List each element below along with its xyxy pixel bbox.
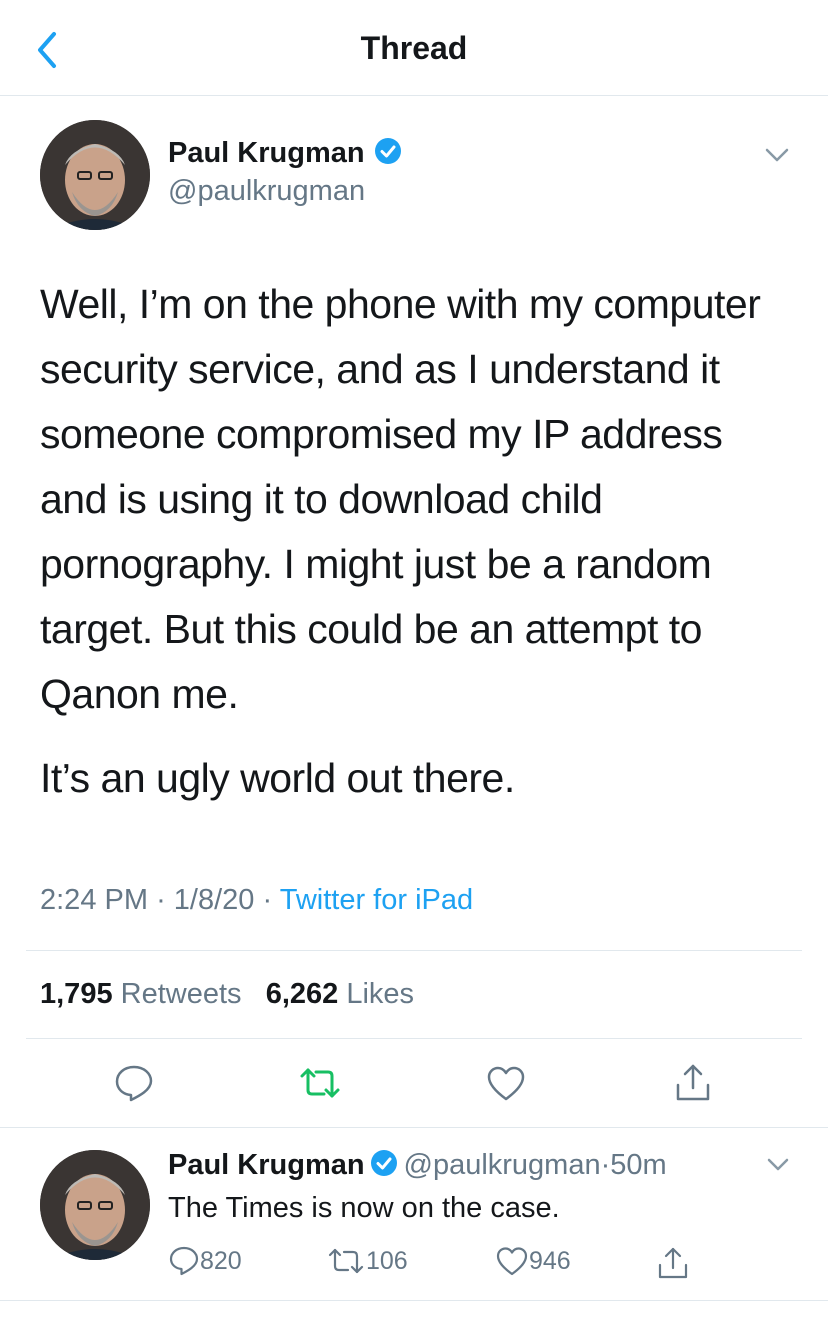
- author-avatar[interactable]: [40, 120, 150, 230]
- page-title: Thread: [360, 30, 468, 66]
- reply-icon[interactable]: [113, 1063, 155, 1103]
- tweet-time: 2:24 PM: [40, 884, 148, 916]
- divider: [0, 1300, 828, 1301]
- likes-stat[interactable]: 6,262 Likes: [266, 978, 414, 1010]
- reply-header-line: Paul Krugman @paulkrugman·50m: [168, 1148, 667, 1183]
- reply-age: 50m: [610, 1149, 667, 1181]
- retweet-count: 106: [366, 1247, 408, 1275]
- author-name[interactable]: Paul Krugman: [168, 136, 403, 174]
- like-count: 946: [529, 1247, 571, 1275]
- reply-text: The Times is now on the case.: [168, 1192, 560, 1224]
- reply-count: 820: [200, 1247, 242, 1275]
- chevron-down-icon[interactable]: [762, 142, 792, 168]
- reply-author-avatar[interactable]: [40, 1150, 150, 1260]
- tweet-text-paragraph-2: It’s an ugly world out there.: [40, 755, 515, 801]
- tweet-timestamp-line: 2:24 PM · 1/8/20 · Twitter for iPad: [40, 884, 473, 917]
- share-icon[interactable]: [656, 1245, 690, 1281]
- verified-badge-icon: [369, 1148, 399, 1183]
- tweet-text-paragraph-1: Well, I’m on the phone with my computer …: [40, 281, 761, 717]
- like-icon: [495, 1245, 529, 1282]
- author-name-text[interactable]: Paul Krugman: [168, 137, 365, 169]
- retweets-label: Retweets: [120, 978, 242, 1010]
- retweet-icon[interactable]: [296, 1063, 344, 1103]
- divider: [26, 950, 802, 951]
- reply-like-button[interactable]: 946: [495, 1245, 571, 1282]
- retweets-stat[interactable]: 1,795 Retweets: [40, 978, 242, 1010]
- share-icon[interactable]: [673, 1061, 713, 1103]
- tweet-date: 1/8/20: [173, 884, 255, 916]
- likes-count: 6,262: [265, 978, 339, 1010]
- reply-reply-button[interactable]: 820: [168, 1245, 242, 1282]
- chevron-down-icon[interactable]: [764, 1152, 792, 1176]
- reply-author-name[interactable]: Paul Krugman: [168, 1149, 365, 1181]
- retweet-icon: [326, 1245, 366, 1282]
- separator-dot: ·: [262, 884, 273, 916]
- tweet-source-link[interactable]: Twitter for iPad: [280, 884, 473, 916]
- verified-badge-icon: [373, 136, 403, 174]
- separator-dot: ·: [156, 884, 166, 916]
- top-nav-bar: Thread: [0, 0, 828, 96]
- retweets-count: 1,795: [40, 978, 113, 1010]
- author-handle[interactable]: @paulkrugman: [168, 175, 365, 208]
- divider: [26, 1038, 802, 1039]
- engagement-stats: 1,795 Retweets 6,262 Likes: [40, 978, 414, 1011]
- reply-retweet-button[interactable]: 106: [326, 1245, 408, 1282]
- separator-dot: ·: [600, 1149, 611, 1181]
- reply-author-handle[interactable]: @paulkrugman: [404, 1149, 601, 1181]
- divider: [0, 1127, 828, 1128]
- likes-label: Likes: [346, 978, 415, 1010]
- like-icon[interactable]: [485, 1063, 527, 1103]
- reply-icon: [168, 1245, 200, 1282]
